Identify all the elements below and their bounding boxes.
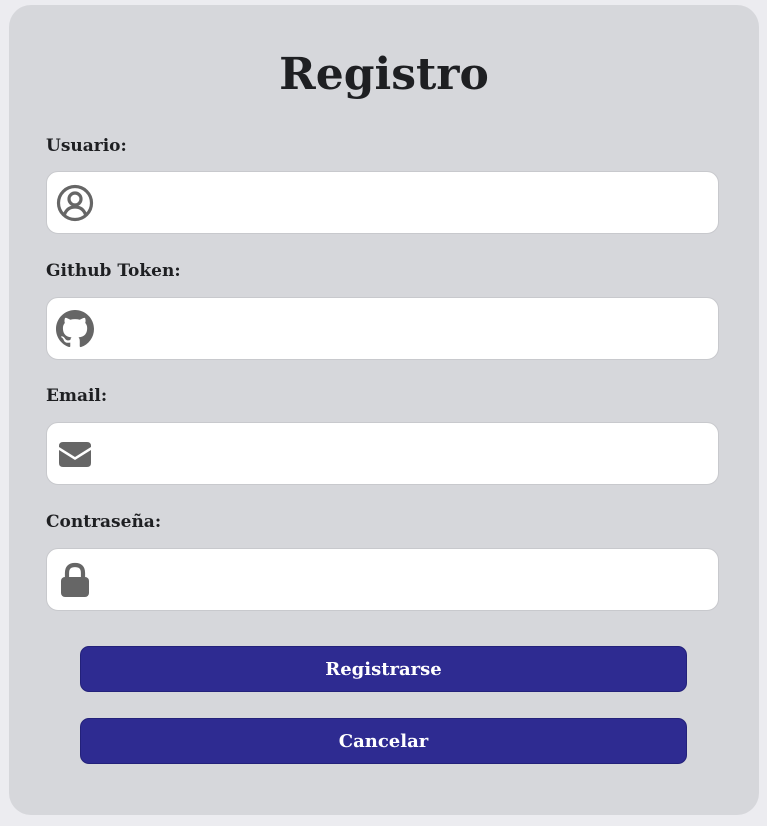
email-input[interactable]: [107, 433, 711, 477]
register-card: Registro Usuario: Github Token: Email: C…: [9, 5, 759, 815]
github-token-input[interactable]: [107, 308, 711, 352]
password-label: Contraseña:: [46, 512, 162, 532]
github-token-label: Github Token:: [46, 261, 181, 281]
user-circle-icon: [56, 184, 94, 222]
envelope-icon: [56, 435, 94, 473]
github-token-field[interactable]: [46, 297, 719, 360]
password-input[interactable]: [107, 559, 711, 603]
github-icon: [56, 310, 94, 348]
lock-icon: [56, 561, 94, 599]
username-input[interactable]: [107, 182, 711, 226]
page-title: Registro: [279, 49, 489, 100]
register-button[interactable]: Registrarse: [80, 646, 687, 692]
username-label: Usuario:: [46, 136, 127, 156]
cancel-button[interactable]: Cancelar: [80, 718, 687, 764]
username-field[interactable]: [46, 171, 719, 234]
email-label: Email:: [46, 386, 108, 406]
password-field[interactable]: [46, 548, 719, 611]
email-field[interactable]: [46, 422, 719, 485]
